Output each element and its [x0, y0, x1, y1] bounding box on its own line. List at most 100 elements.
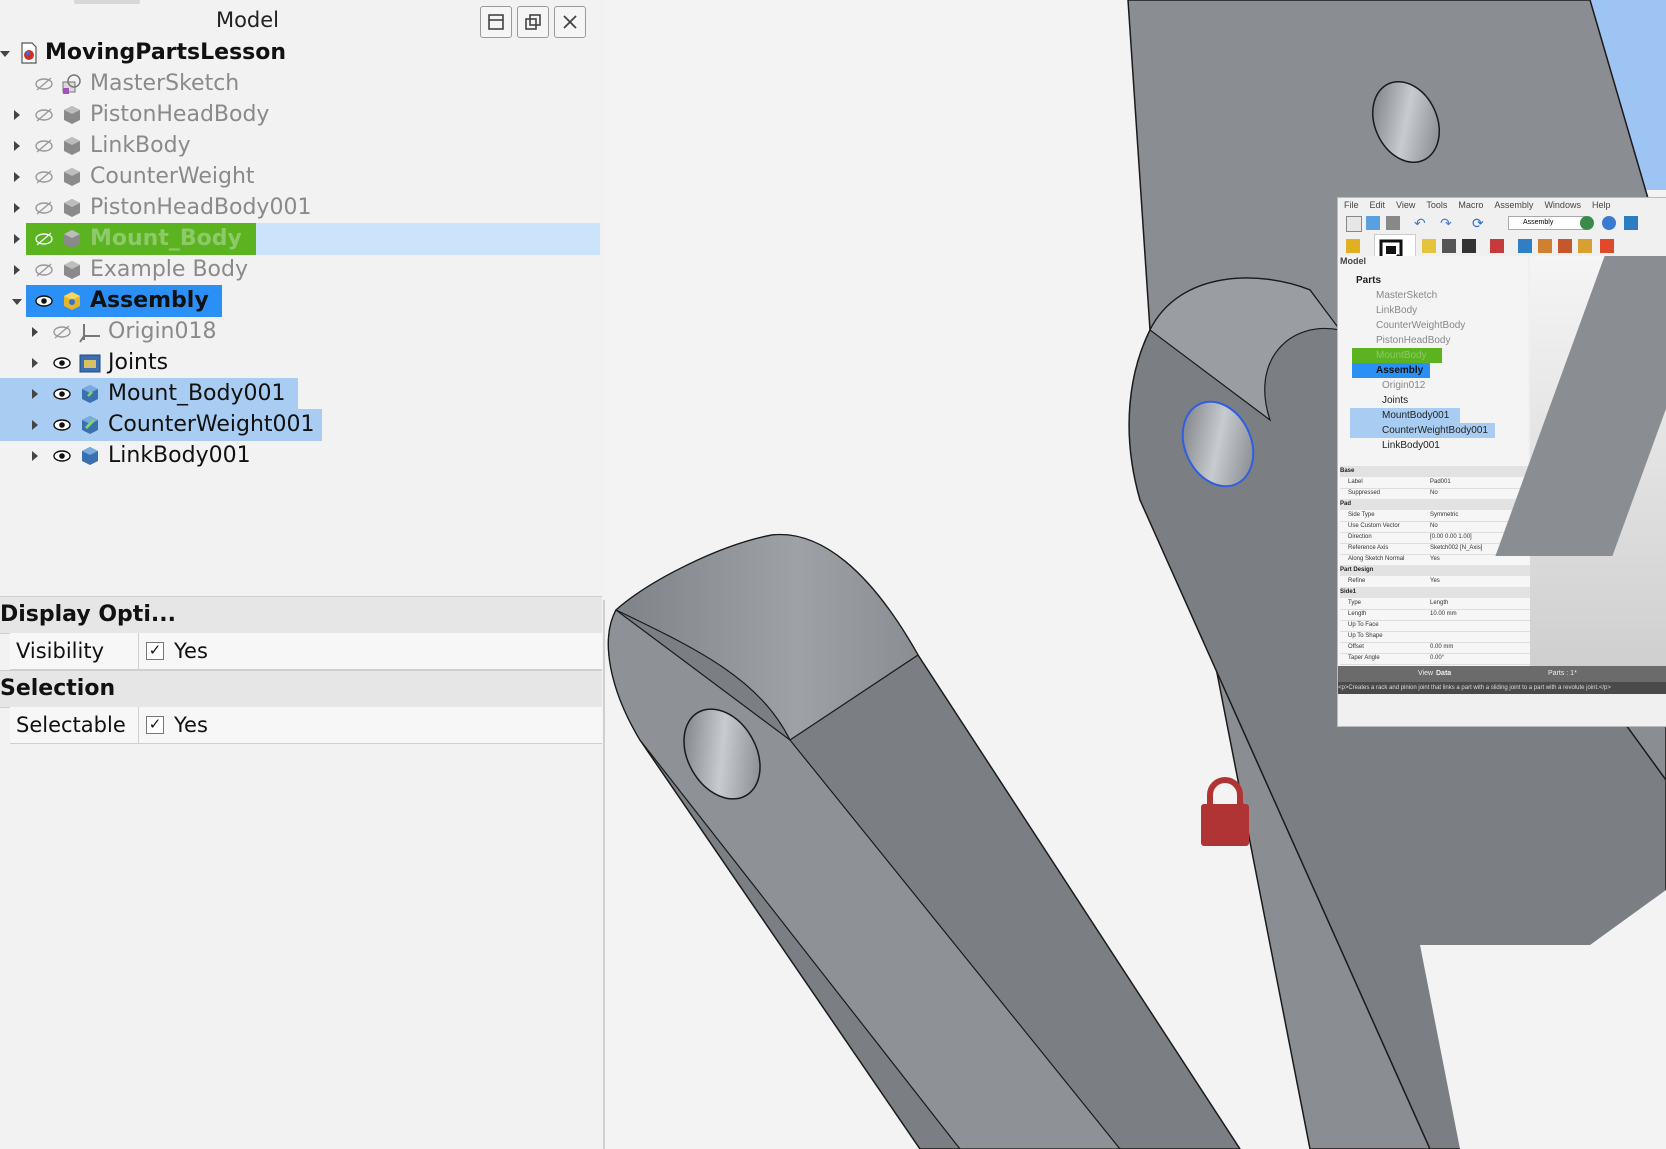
- inset-tree-root: Parts: [1356, 275, 1382, 286]
- eye-visible-icon[interactable]: [51, 384, 73, 404]
- close-icon: [563, 15, 577, 29]
- tree-root-label: MovingPartsLesson: [45, 40, 287, 65]
- expand-arrow[interactable]: [14, 172, 20, 182]
- float-button[interactable]: [517, 6, 549, 38]
- tree-child-linkbody001[interactable]: LinkBody001: [0, 440, 600, 472]
- eye-hidden-icon[interactable]: [33, 74, 55, 94]
- expand-arrow[interactable]: [32, 451, 38, 461]
- link-body-icon: [82, 447, 98, 465]
- tree-item-label: PistonHeadBody: [90, 102, 270, 127]
- eye-hidden-icon[interactable]: [33, 167, 55, 187]
- property-key: Selectable: [16, 713, 126, 737]
- tree-item-example-body[interactable]: Example Body: [0, 254, 600, 286]
- section-title: Display Opti...: [0, 602, 176, 627]
- tree-item-linkbody[interactable]: LinkBody: [0, 130, 600, 162]
- document-icon: [21, 42, 37, 64]
- eye-hidden-icon[interactable]: [33, 229, 55, 249]
- tree-child-origin018[interactable]: Origin018: [0, 316, 600, 348]
- inset-statusbar: <p>Creates a rack and pinion joint that …: [1338, 682, 1666, 694]
- inset-mountbody-row: MountBody: [1352, 348, 1442, 363]
- inset-property-grid: Base Label Pad001 Suppressed No Pad Side T…: [1338, 466, 1530, 666]
- dock-button[interactable]: [480, 6, 512, 38]
- expand-arrow[interactable]: [32, 358, 38, 368]
- property-row-selectable[interactable]: Selectable ✓ Yes: [10, 707, 602, 744]
- tree-item-assembly[interactable]: Assembly: [0, 285, 600, 317]
- tree-item-label: LinkBody001: [108, 443, 251, 468]
- link-body-icon: [82, 385, 98, 403]
- inset-model-panel: Model Parts MasterSketch LinkBody Counte…: [1338, 256, 1528, 466]
- body-icon: [64, 261, 80, 279]
- tree-item-label: Example Body: [90, 257, 248, 282]
- expand-arrow[interactable]: [32, 389, 38, 399]
- tree-item-pistonheadbody001[interactable]: PistonHeadBody001: [0, 192, 600, 224]
- float-icon: [525, 14, 541, 30]
- eye-visible-icon[interactable]: [33, 291, 55, 311]
- link-body-icon: [82, 416, 98, 434]
- property-value: Yes: [174, 713, 208, 737]
- panel-title: Model: [215, 8, 280, 32]
- tree-item-label: MasterSketch: [90, 71, 240, 96]
- body-icon: [64, 137, 80, 155]
- body-icon: [64, 230, 80, 248]
- tree-item-mount-body[interactable]: Mount_Body: [0, 223, 600, 255]
- expand-arrow[interactable]: [14, 110, 20, 120]
- tree-item-mastersketch[interactable]: MasterSketch: [0, 68, 600, 100]
- expand-arrow[interactable]: [14, 265, 20, 275]
- collapse-arrow[interactable]: [12, 299, 22, 305]
- eye-visible-icon[interactable]: [51, 415, 73, 435]
- sketch-icon: [62, 74, 81, 94]
- column-divider: [138, 707, 139, 743]
- panel-divider[interactable]: [603, 600, 605, 1149]
- inset-tabbar: View Data Parts : 1*: [1338, 666, 1666, 682]
- tree-child-mount-body001[interactable]: Mount_Body001: [0, 378, 600, 410]
- inset-menubar: File Edit View Tools Macro Assembly Windows Hel…: [1344, 200, 1611, 210]
- expand-arrow[interactable]: [14, 141, 20, 151]
- assembly-icon: [64, 292, 80, 310]
- eye-hidden-icon[interactable]: [33, 260, 55, 280]
- property-section-display-options[interactable]: Display Opti...: [0, 596, 602, 634]
- expand-arrow[interactable]: [32, 327, 38, 337]
- tree-child-joints[interactable]: Joints: [0, 347, 600, 379]
- tree-item-label: LinkBody: [90, 133, 191, 158]
- panel-tab[interactable]: [74, 0, 140, 4]
- eye-hidden-icon[interactable]: [33, 198, 55, 218]
- selectable-checkbox[interactable]: ✓: [146, 716, 164, 734]
- origin-icon: [79, 324, 100, 343]
- joints-icon: [79, 354, 101, 373]
- property-value: Yes: [174, 639, 208, 663]
- tree-item-label: CounterWeight001: [108, 412, 315, 437]
- tree-root[interactable]: MovingPartsLesson: [0, 37, 600, 69]
- property-section-selection[interactable]: Selection: [0, 670, 602, 708]
- tree-item-label: Mount_Body: [90, 226, 242, 251]
- tree-item-counterweight[interactable]: CounterWeight: [0, 161, 600, 193]
- dock-icon: [488, 14, 504, 30]
- tree-child-counterweight001[interactable]: CounterWeight001: [0, 409, 600, 441]
- tree-item-pistonheadbody[interactable]: PistonHeadBody: [0, 99, 600, 131]
- body-icon: [64, 168, 80, 186]
- eye-visible-icon[interactable]: [51, 353, 73, 373]
- 3d-viewport[interactable]: File Edit View Tools Macro Assembly Windows Hel…: [606, 0, 1666, 1149]
- collapse-arrow[interactable]: [0, 51, 10, 57]
- eye-hidden-icon[interactable]: [33, 105, 55, 125]
- eye-visible-icon[interactable]: [51, 446, 73, 466]
- tree-item-label: Joints: [108, 350, 169, 375]
- lock-icon[interactable]: [1201, 777, 1249, 846]
- inset-assembly-row: Assembly: [1352, 363, 1430, 378]
- eye-hidden-icon[interactable]: [33, 136, 55, 156]
- inset-3d-view: [1495, 256, 1666, 668]
- close-button[interactable]: [554, 6, 586, 38]
- tree-item-label: Assembly: [90, 288, 209, 313]
- tree-item-label: PistonHeadBody001: [90, 195, 312, 220]
- expand-arrow[interactable]: [14, 203, 20, 213]
- model-panel: Model MovingPartsLesson MasterSketch Pis…: [0, 0, 606, 1149]
- inset-toolbar-1: ↶ ↷ ⟳ Assembly: [1342, 212, 1662, 234]
- expand-arrow[interactable]: [14, 234, 20, 244]
- visibility-checkbox[interactable]: ✓: [146, 642, 164, 660]
- tree-item-label: Origin018: [108, 319, 217, 344]
- tutorial-inset: File Edit View Tools Macro Assembly Windows Hel…: [1337, 197, 1666, 727]
- column-divider: [138, 633, 139, 669]
- eye-hidden-icon[interactable]: [51, 322, 73, 342]
- expand-arrow[interactable]: [32, 420, 38, 430]
- property-row-visibility[interactable]: Visibility ✓ Yes: [10, 633, 602, 670]
- tree-item-label: CounterWeight: [90, 164, 255, 189]
